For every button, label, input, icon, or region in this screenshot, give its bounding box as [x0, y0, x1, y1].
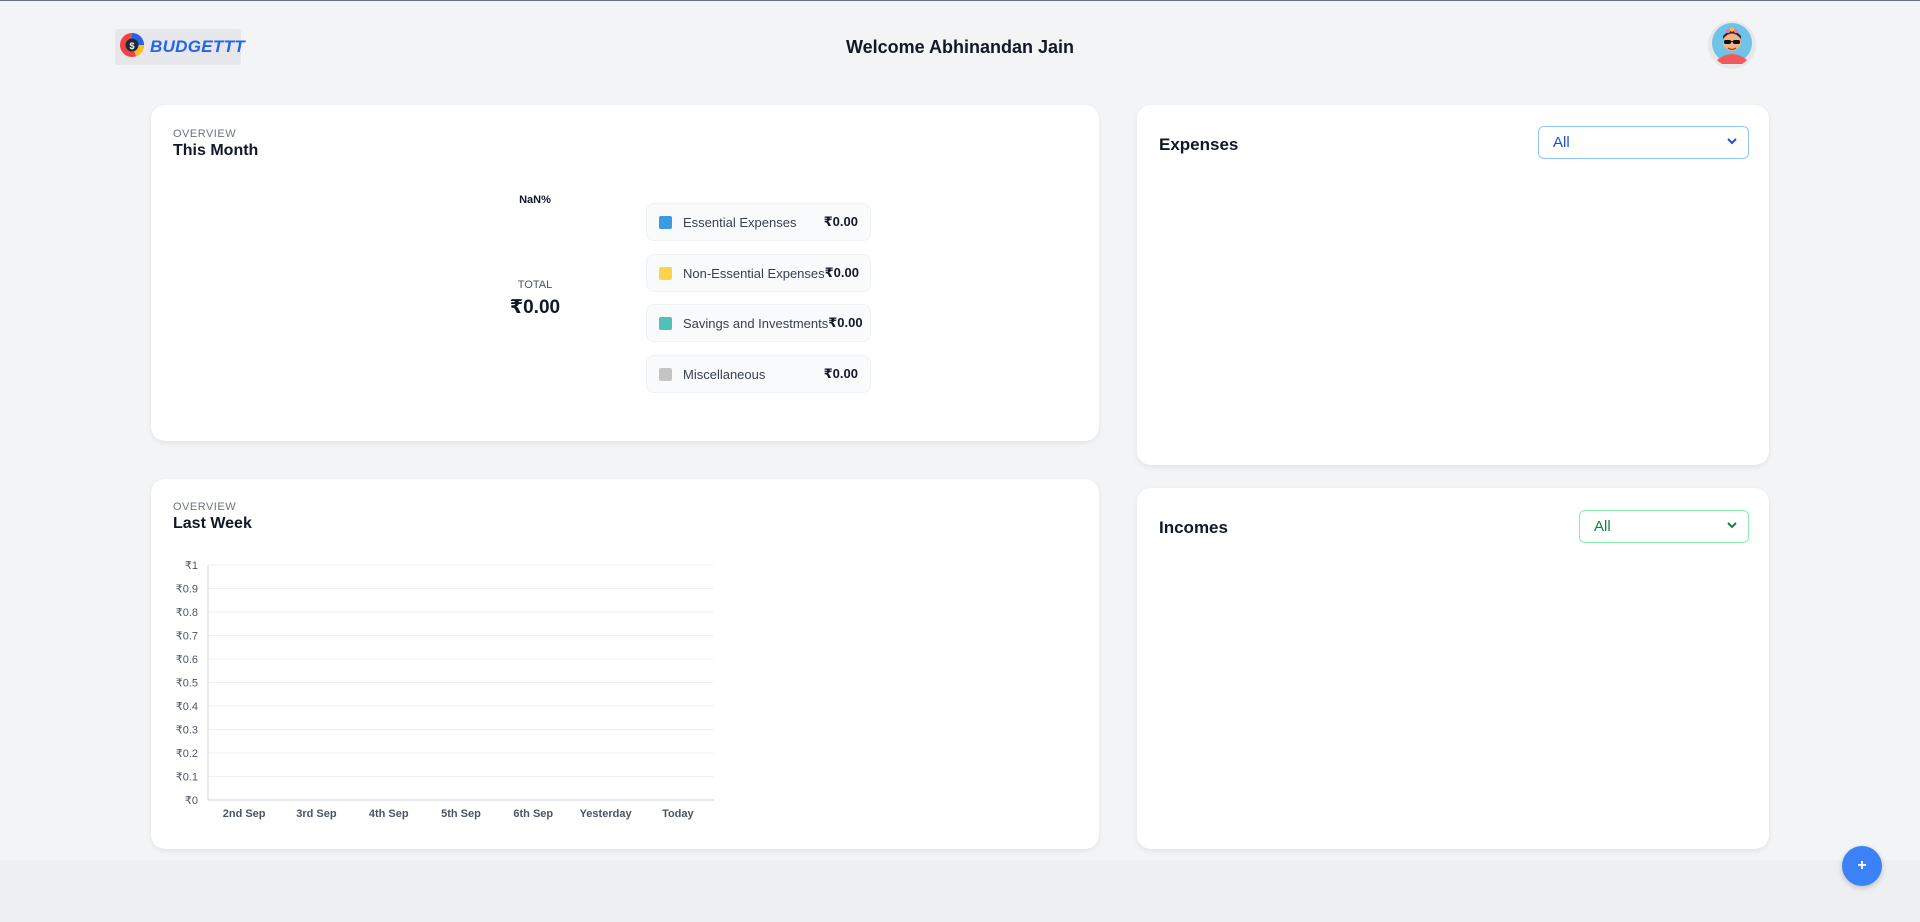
y-tick-label: ₹0 — [185, 795, 198, 807]
legend-value: ₹0.00 — [823, 214, 858, 229]
user-avatar[interactable] — [1708, 21, 1756, 69]
y-tick-label: ₹0.2 — [176, 748, 198, 760]
legend-swatch — [659, 316, 672, 330]
avatar-icon — [1711, 22, 1753, 69]
total-value: ₹0.00 — [509, 297, 561, 318]
overview-month-card: OVERVIEW This Month NaN% TOTAL ₹0.00 Ess… — [151, 105, 1099, 441]
x-tick-label: 6th Sep — [513, 808, 553, 820]
legend-label: Essential Expenses — [683, 214, 797, 230]
chevron-down-icon — [1726, 518, 1738, 535]
donut-percent-label: NaN% — [519, 194, 551, 206]
legend-item-non-essential: Non-Essential Expenses ₹0.00 — [646, 254, 871, 292]
expenses-card: Expenses All — [1137, 105, 1769, 465]
y-tick-label: ₹0.4 — [176, 701, 198, 713]
y-tick-label: ₹0.8 — [176, 607, 198, 619]
total-label: TOTAL — [517, 279, 553, 291]
legend-label: Miscellaneous — [683, 366, 766, 382]
x-tick-label: 3rd Sep — [296, 808, 337, 820]
overview-eyebrow: OVERVIEW — [173, 128, 237, 140]
top-border-line — [0, 0, 1920, 1]
x-tick-label: 5th Sep — [441, 808, 481, 820]
incomes-filter-value: All — [1594, 518, 1611, 535]
overview-week-card: OVERVIEW Last Week ₹0 ₹0.1 ₹0.2 ₹0.3 ₹0.4 ₹0.… — [151, 479, 1099, 849]
x-tick-label: 2nd Sep — [223, 808, 266, 820]
x-tick-label: 4th Sep — [369, 808, 409, 820]
footer-band — [0, 860, 1920, 922]
y-tick-label: ₹1 — [185, 560, 198, 572]
legend-swatch — [659, 266, 672, 280]
y-tick-label: ₹0.9 — [176, 584, 198, 596]
chevron-down-icon — [1726, 134, 1738, 151]
weekly-bar-chart: ₹0 ₹0.1 ₹0.2 ₹0.3 ₹0.4 ₹0.5 ₹0.6 ₹0.7 ₹0.8 ₹0.9 ₹1… — [176, 560, 714, 820]
incomes-filter-select[interactable]: All — [1579, 510, 1749, 543]
legend-item-savings: Savings and Investments ₹0.00 — [646, 304, 871, 342]
welcome-heading: Welcome Abhinandan Jain — [845, 37, 1075, 57]
y-tick-label: ₹0.3 — [176, 725, 198, 737]
y-tick-label: ₹0.1 — [176, 772, 198, 784]
incomes-card: Incomes All — [1137, 488, 1769, 849]
expenses-title: Expenses — [1159, 135, 1239, 154]
legend-item-essential: Essential Expenses ₹0.00 — [646, 203, 871, 241]
legend-value: ₹0.00 — [828, 315, 863, 330]
y-tick-label: ₹0.7 — [176, 631, 198, 643]
add-transaction-button[interactable]: + — [1842, 846, 1882, 886]
legend-swatch — [659, 215, 672, 229]
overview-title: This Month — [173, 142, 259, 159]
legend-label: Savings and Investments — [683, 315, 829, 331]
y-tick-label: ₹0.6 — [176, 654, 198, 666]
y-tick-label: ₹0.5 — [176, 678, 198, 690]
expenses-filter-value: All — [1553, 134, 1570, 151]
expenses-filter-select[interactable]: All — [1538, 126, 1749, 159]
legend-swatch — [659, 367, 672, 381]
legend-item-misc: Miscellaneous ₹0.00 — [646, 355, 871, 393]
x-tick-label: Yesterday — [580, 808, 633, 820]
legend-label: Non-Essential Expenses — [683, 265, 825, 281]
x-tick-label: Today — [662, 808, 694, 820]
legend-value: ₹0.00 — [824, 265, 859, 280]
legend-value: ₹0.00 — [823, 366, 858, 381]
incomes-title: Incomes — [1159, 518, 1228, 537]
